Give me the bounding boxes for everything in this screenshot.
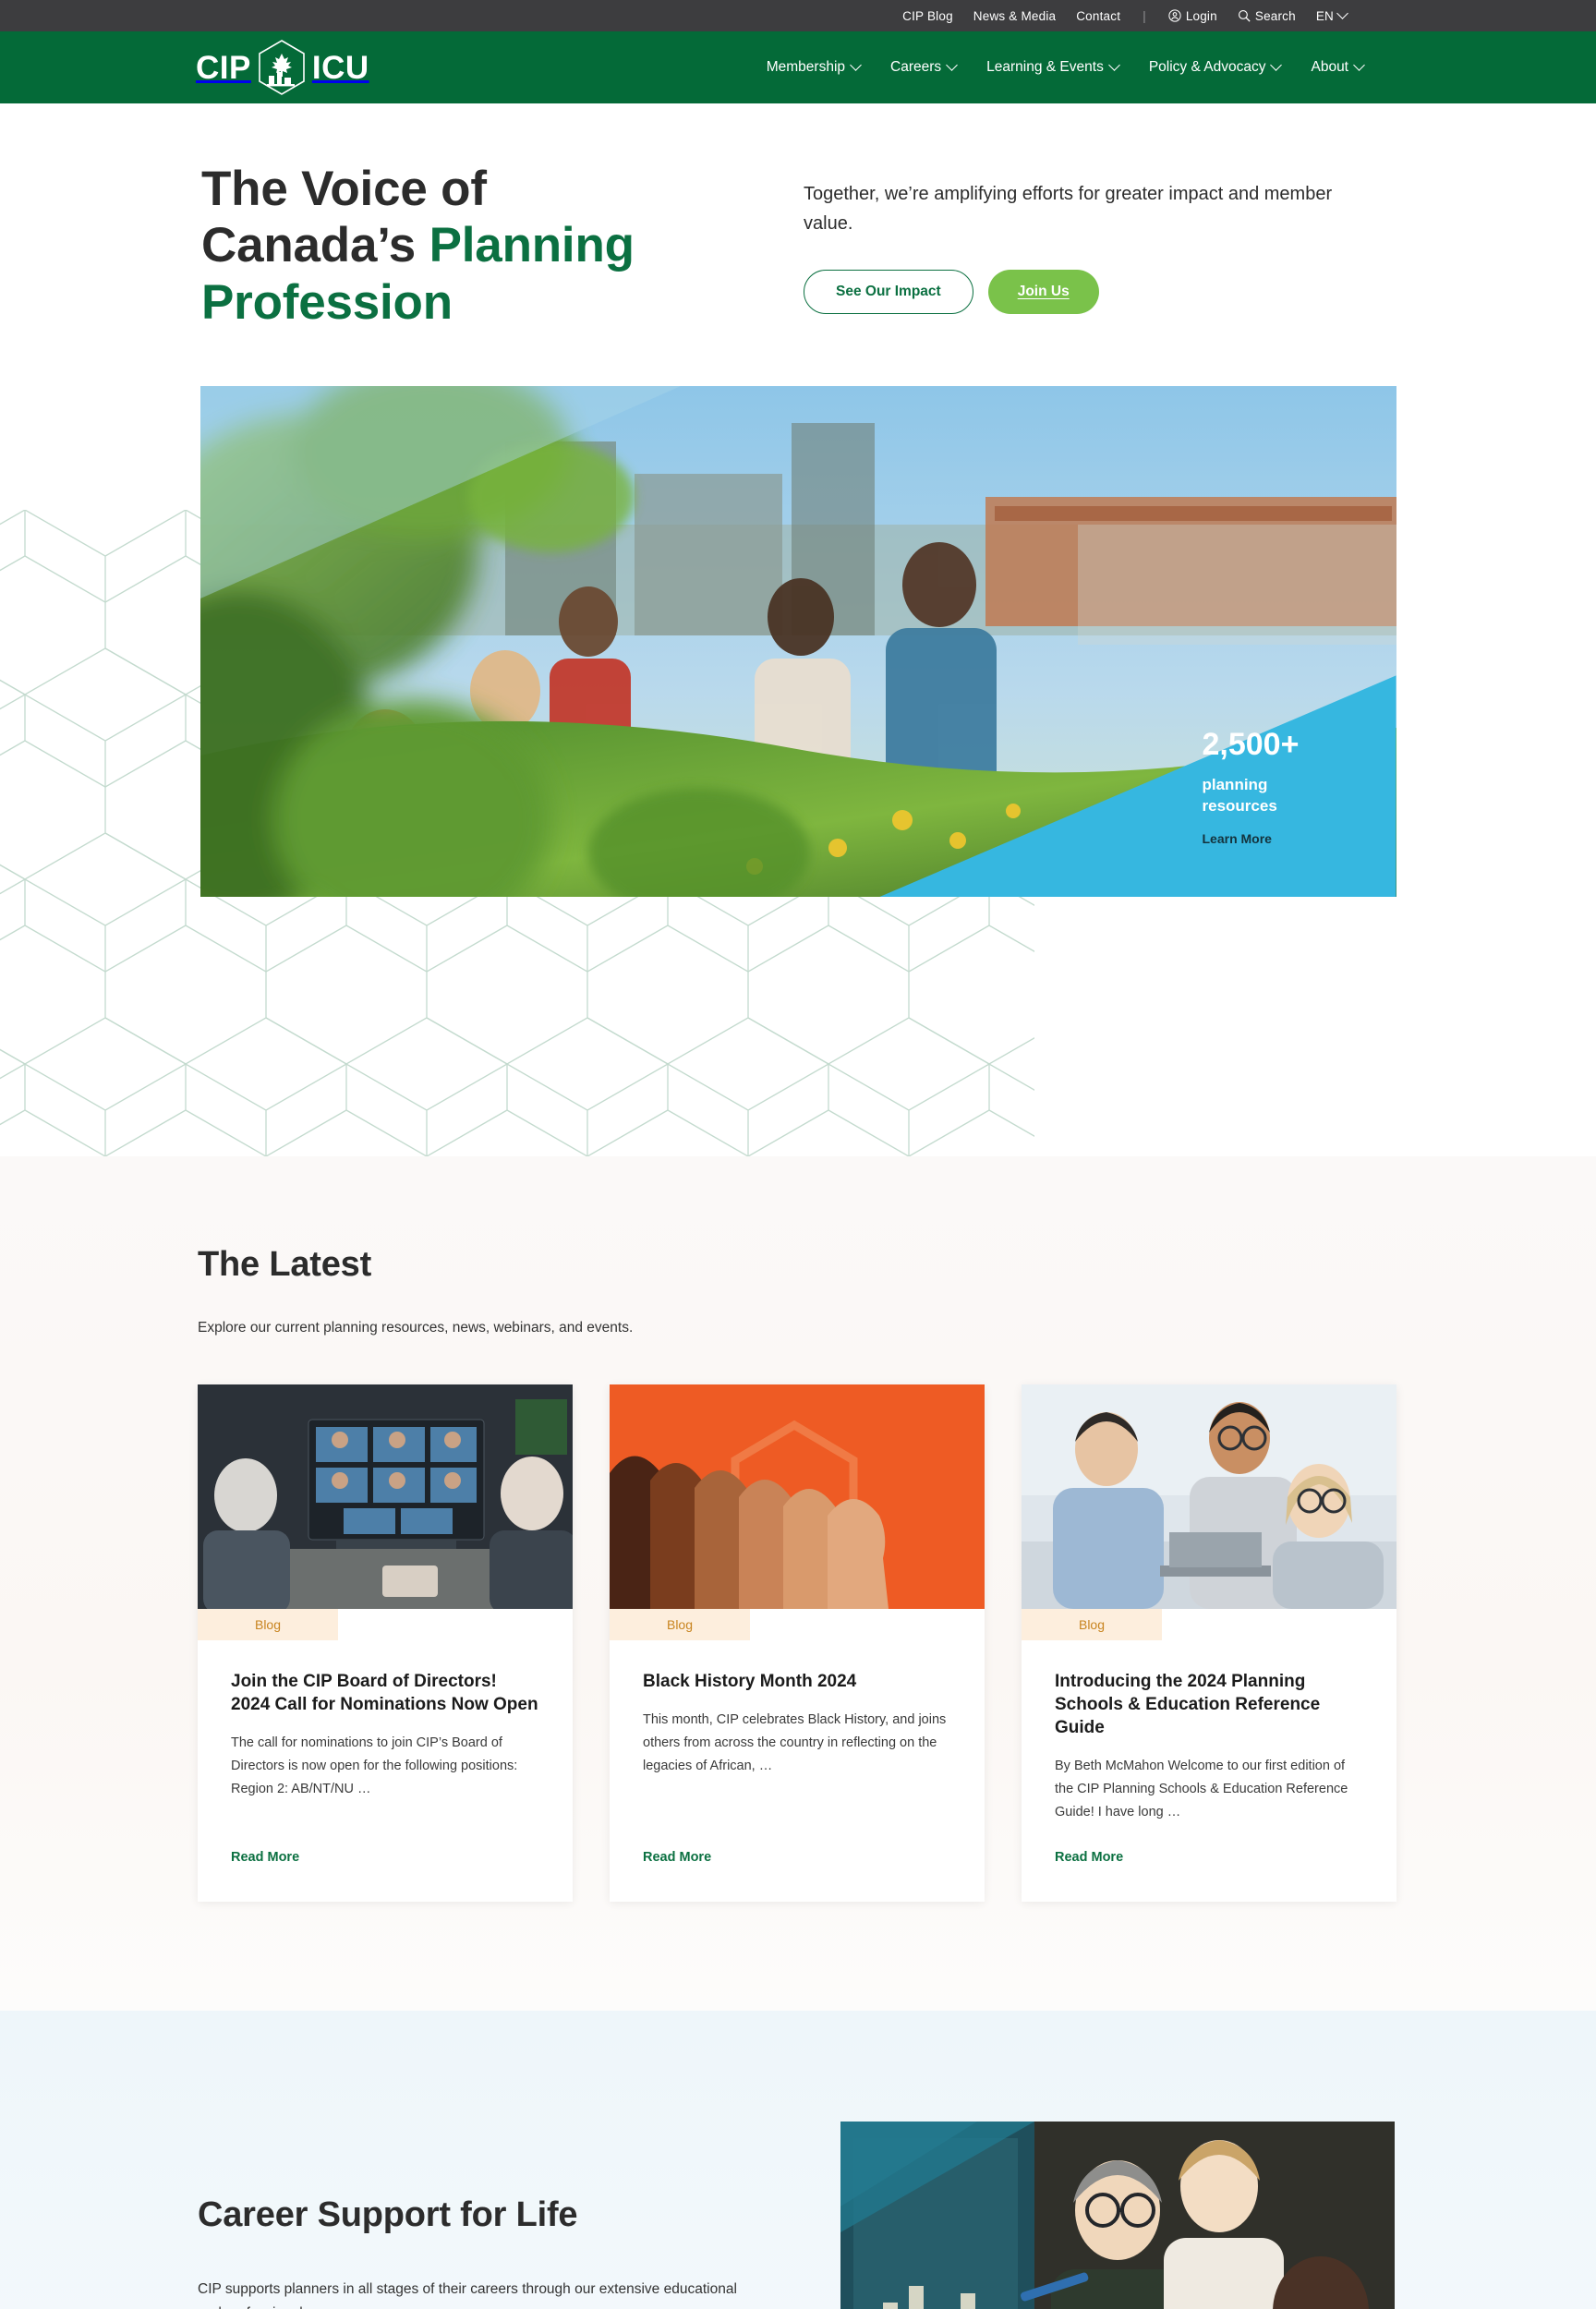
nav-item-about[interactable]: About — [1311, 58, 1365, 76]
hero-button-group: See Our Impact Join Us — [804, 270, 1361, 314]
list-item[interactable]: Blog Introducing the 2024 Planning Schoo… — [1022, 1384, 1396, 1903]
language-selector[interactable]: EN — [1315, 6, 1348, 23]
chevron-down-icon — [1336, 6, 1348, 19]
hero-cta-column: Together, we’re amplifying efforts for g… — [789, 161, 1361, 331]
nav-label: Membership — [766, 59, 846, 75]
stat-label-line-2: resources — [1202, 796, 1277, 815]
career-image-block — [840, 2122, 1395, 2309]
latest-title: The Latest — [198, 1245, 372, 1284]
search-label: Search — [1254, 8, 1296, 23]
utility-bar: CIP Blog News & Media Contact | Login Se… — [0, 0, 1596, 31]
nav-label: Learning & Events — [986, 59, 1104, 75]
card-excerpt: By Beth McMahon Welcome to our first edi… — [1055, 1759, 1348, 1820]
stat-learn-more-link[interactable]: Learn More — [1203, 831, 1272, 846]
career-title: Career Support for Life — [198, 2195, 578, 2235]
card-excerpt: This month, CIP celebrates Black History… — [643, 1712, 947, 1773]
utility-link-cip-blog[interactable]: CIP Blog — [902, 9, 953, 23]
see-our-impact-button[interactable]: See Our Impact — [804, 270, 973, 314]
nav-label: About — [1311, 59, 1348, 75]
career-support-section: Career Support for Life CIP supports pla… — [0, 2011, 1596, 2309]
hero-section: The Voice of Canada’s Planning Professio… — [0, 103, 1596, 1156]
search-link[interactable]: Search — [1238, 9, 1296, 23]
stat-callout: 2,500+ planning resources Learn More — [1203, 712, 1396, 897]
site-logo[interactable]: CIP ICU — [196, 39, 369, 96]
stat-number: 2,500+ — [1202, 727, 1300, 763]
black-history-silhouettes-graphic — [610, 1384, 985, 1609]
logo-text-icu: ICU — [311, 49, 369, 86]
video-conference-meeting-photo — [198, 1384, 573, 1609]
card-image — [610, 1384, 985, 1609]
card-title: Introducing the 2024 Planning Schools & … — [1055, 1672, 1321, 1738]
hexagon-maple-leaf-cityscape-icon — [259, 40, 305, 95]
user-circle-icon — [1168, 9, 1181, 22]
card-title: Join the CIP Board of Directors! 2024 Ca… — [231, 1672, 538, 1715]
hero-image-block: 2,500+ planning resources Learn More — [200, 386, 1396, 898]
status-badge: Blog — [610, 1609, 750, 1640]
card-excerpt: The call for nominations to join CIP’s B… — [231, 1735, 518, 1797]
hero-subtitle: Together, we’re amplifying efforts for g… — [804, 184, 1333, 234]
logo-text-cip: CIP — [196, 49, 251, 86]
page-root: CIP Blog News & Media Contact | Login Se… — [0, 0, 1596, 2309]
site-header: CIP ICU Membership Careers Learning & Ev… — [0, 31, 1596, 103]
search-icon — [1238, 10, 1251, 22]
page-title: The Voice of Canada’s Planning Professio… — [201, 161, 789, 331]
chevron-down-icon — [1353, 58, 1365, 71]
latest-subtitle: Explore our current planning resources, … — [198, 1320, 634, 1336]
latest-card-grid: Blog Join the CIP Board of Directors! 20… — [198, 1384, 1398, 1903]
nav-item-membership[interactable]: Membership — [766, 58, 862, 76]
latest-section: The Latest Explore our current planning … — [0, 1156, 1596, 2012]
read-more-link[interactable]: Read More — [643, 1850, 711, 1865]
chevron-down-icon — [946, 58, 959, 71]
utility-link-contact[interactable]: Contact — [1076, 9, 1120, 23]
chevron-down-icon — [1270, 58, 1283, 71]
nav-item-careers[interactable]: Careers — [890, 58, 959, 76]
card-image — [198, 1384, 573, 1609]
status-badge: Blog — [1022, 1609, 1162, 1640]
nav-item-learning-events[interactable]: Learning & Events — [986, 58, 1120, 76]
list-item[interactable]: Blog Join the CIP Board of Directors! 20… — [198, 1384, 573, 1903]
hero-title-line-1: The Voice of — [201, 162, 487, 216]
main-navigation: Membership Careers Learning & Events Pol… — [766, 58, 1365, 76]
hero-copy: The Voice of Canada’s Planning Professio… — [198, 161, 789, 331]
login-label: Login — [1185, 8, 1217, 23]
career-text: CIP supports planners in all stages of t… — [198, 2281, 737, 2309]
nav-label: Policy & Advocacy — [1148, 59, 1266, 75]
colleagues-at-laptop-photo — [1022, 1384, 1396, 1609]
nav-label: Careers — [890, 59, 942, 75]
hero-title-line-3-accent: Profession — [201, 274, 453, 330]
chevron-down-icon — [850, 58, 862, 71]
hero-title-line-2-accent: Planning — [429, 218, 635, 273]
read-more-link[interactable]: Read More — [1055, 1850, 1123, 1865]
utility-divider: | — [1143, 8, 1146, 23]
chevron-down-icon — [1107, 58, 1120, 71]
login-link[interactable]: Login — [1168, 9, 1217, 23]
language-label: EN — [1315, 8, 1334, 23]
read-more-link[interactable]: Read More — [231, 1850, 299, 1865]
status-badge: Blog — [198, 1609, 338, 1640]
hero-title-line-2-plain: Canada’s — [201, 218, 429, 273]
career-copy: Career Support for Life CIP supports pla… — [198, 2122, 807, 2309]
stat-label-line-1: planning — [1202, 776, 1268, 794]
card-title: Black History Month 2024 — [643, 1672, 857, 1691]
join-us-button[interactable]: Join Us — [987, 270, 1099, 314]
card-image — [1022, 1384, 1396, 1609]
nav-item-policy-advocacy[interactable]: Policy & Advocacy — [1148, 58, 1283, 76]
list-item[interactable]: Blog Black History Month 2024 This month… — [610, 1384, 985, 1903]
utility-link-news-media[interactable]: News & Media — [973, 9, 1056, 23]
